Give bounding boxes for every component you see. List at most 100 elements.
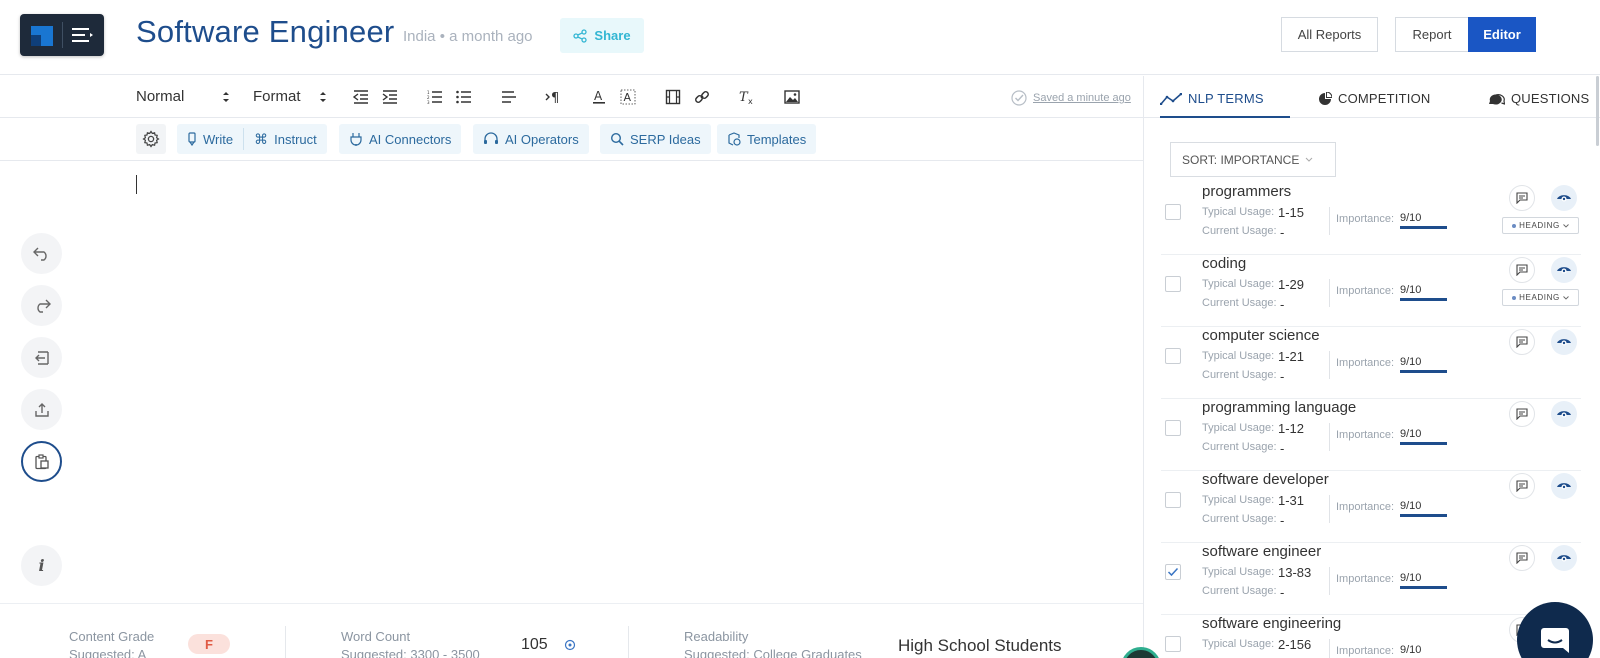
typical-usage-label: Typical Usage: (1202, 350, 1275, 362)
visibility-button[interactable] (1551, 257, 1577, 283)
readability-suggested: Suggested: College Graduates (684, 647, 862, 658)
term-checkbox[interactable] (1165, 492, 1181, 508)
importance-value: 9/10 (1400, 644, 1422, 656)
importance-value: 9/10 (1400, 572, 1422, 584)
sort-dropdown[interactable]: SORT: IMPORTANCE (1170, 142, 1336, 177)
comment-icon (1516, 192, 1528, 204)
share-label: Share (594, 28, 631, 43)
importance-label: Importance: (1336, 501, 1395, 513)
image-icon[interactable] (782, 87, 802, 107)
comment-icon (1516, 552, 1528, 564)
import-button[interactable] (21, 337, 62, 378)
eye-icon (1557, 411, 1571, 418)
ai-operators-button[interactable]: AI Operators (473, 124, 589, 154)
settings-button[interactable] (136, 124, 166, 154)
readability-label: Readability (684, 629, 749, 644)
command-icon: ⌘ (254, 130, 269, 147)
templates-button[interactable]: Templates (717, 124, 817, 154)
importance-bar (1400, 586, 1447, 589)
report-button[interactable]: Report (1395, 17, 1468, 52)
redo-button[interactable] (21, 285, 62, 326)
info-button[interactable]: i (21, 545, 62, 586)
current-usage-value: - (1280, 441, 1285, 456)
saved-status[interactable]: Saved a minute ago (1011, 90, 1131, 106)
text-direction-icon[interactable]: ¶ (544, 87, 564, 107)
text-color-icon[interactable]: A (589, 87, 609, 107)
comment-button[interactable] (1509, 473, 1535, 499)
current-usage-label: Current Usage: (1202, 585, 1277, 597)
instruct-button[interactable]: ⌘ Instruct (244, 124, 327, 154)
ai-connectors-label: AI Connectors (369, 131, 452, 147)
tab-nlp-terms[interactable]: NLP TERMS (1160, 91, 1264, 106)
write-button[interactable]: Write (177, 124, 243, 154)
trend-line-icon (1160, 92, 1182, 105)
importance-label: Importance: (1336, 573, 1395, 585)
format-select[interactable]: Format (253, 88, 326, 105)
bullet-list-icon[interactable] (454, 87, 474, 107)
comment-button[interactable] (1509, 545, 1535, 571)
editor-caret[interactable] (136, 175, 137, 194)
visibility-button[interactable] (1551, 545, 1577, 571)
current-usage-value: - (1280, 513, 1285, 528)
term-checkbox[interactable] (1165, 348, 1181, 364)
stats-divider (285, 626, 286, 658)
editor-button[interactable]: Editor (1468, 17, 1536, 52)
term-checkbox[interactable] (1165, 420, 1181, 436)
visibility-button[interactable] (1551, 401, 1577, 427)
align-left-icon[interactable] (499, 87, 519, 107)
outdent-icon[interactable] (351, 87, 371, 107)
importance-bar (1400, 226, 1447, 229)
term-checkbox[interactable] (1165, 204, 1181, 220)
clipboard-button[interactable] (21, 441, 62, 482)
all-reports-button[interactable]: All Reports (1281, 17, 1378, 52)
comment-button[interactable] (1509, 185, 1535, 211)
term-checkbox[interactable] (1165, 636, 1181, 652)
svg-text:3: 3 (427, 100, 430, 104)
undo-button[interactable] (21, 233, 62, 274)
target-icon[interactable] (564, 639, 576, 651)
location-text: India (403, 28, 436, 45)
menu-toggle-button[interactable] (20, 14, 104, 56)
ai-connectors-inner: AI Connectors (339, 124, 461, 154)
video-icon[interactable] (663, 87, 683, 107)
comment-button[interactable] (1509, 257, 1535, 283)
heading-tag-dropdown[interactable]: HEADING (1502, 217, 1579, 234)
time-text: a month ago (449, 28, 533, 45)
importance-value: 9/10 (1400, 284, 1422, 296)
comment-button[interactable] (1509, 329, 1535, 355)
visibility-button[interactable] (1551, 473, 1577, 499)
logo-icon-accent (31, 35, 41, 46)
svg-text:¶: ¶ (551, 91, 559, 104)
pen-icon (188, 132, 196, 146)
typical-usage-value: 1-31 (1278, 493, 1305, 508)
clear-format-icon[interactable]: Tx (737, 87, 757, 107)
tab-competition[interactable]: COMPETITION (1318, 91, 1430, 106)
term-name: software developer (1202, 471, 1329, 488)
share-button[interactable]: Share (560, 18, 644, 53)
tab-questions-label: QUESTIONS (1511, 91, 1590, 106)
link-icon[interactable] (692, 87, 712, 107)
indent-icon[interactable] (380, 87, 400, 107)
select-caret-icon (320, 92, 326, 102)
comment-icon (1516, 480, 1528, 492)
visibility-button[interactable] (1551, 329, 1577, 355)
heading-tag-dropdown[interactable]: HEADING (1502, 289, 1579, 306)
paragraph-style-select[interactable]: Normal (136, 88, 229, 105)
ordered-list-icon[interactable]: 123 (425, 87, 445, 107)
panel-scrollbar[interactable] (1596, 76, 1599, 146)
comment-icon (1516, 264, 1528, 276)
plug-icon (350, 133, 362, 146)
serp-ideas-button[interactable]: SERP Ideas (600, 124, 711, 154)
gear-icon (142, 130, 160, 148)
term-checkbox[interactable] (1165, 276, 1181, 292)
highlight-color-icon[interactable]: A (618, 87, 638, 107)
export-button[interactable] (21, 389, 62, 430)
importance-value: 9/10 (1400, 356, 1422, 368)
heading-tag-label: HEADING (1519, 293, 1560, 302)
format-value: Format (253, 88, 301, 105)
comment-button[interactable] (1509, 401, 1535, 427)
term-checkbox[interactable] (1165, 564, 1181, 580)
visibility-button[interactable] (1551, 185, 1577, 211)
ai-connectors-button[interactable]: AI Connectors (339, 124, 462, 154)
tab-questions[interactable]: QUESTIONS (1487, 91, 1589, 106)
